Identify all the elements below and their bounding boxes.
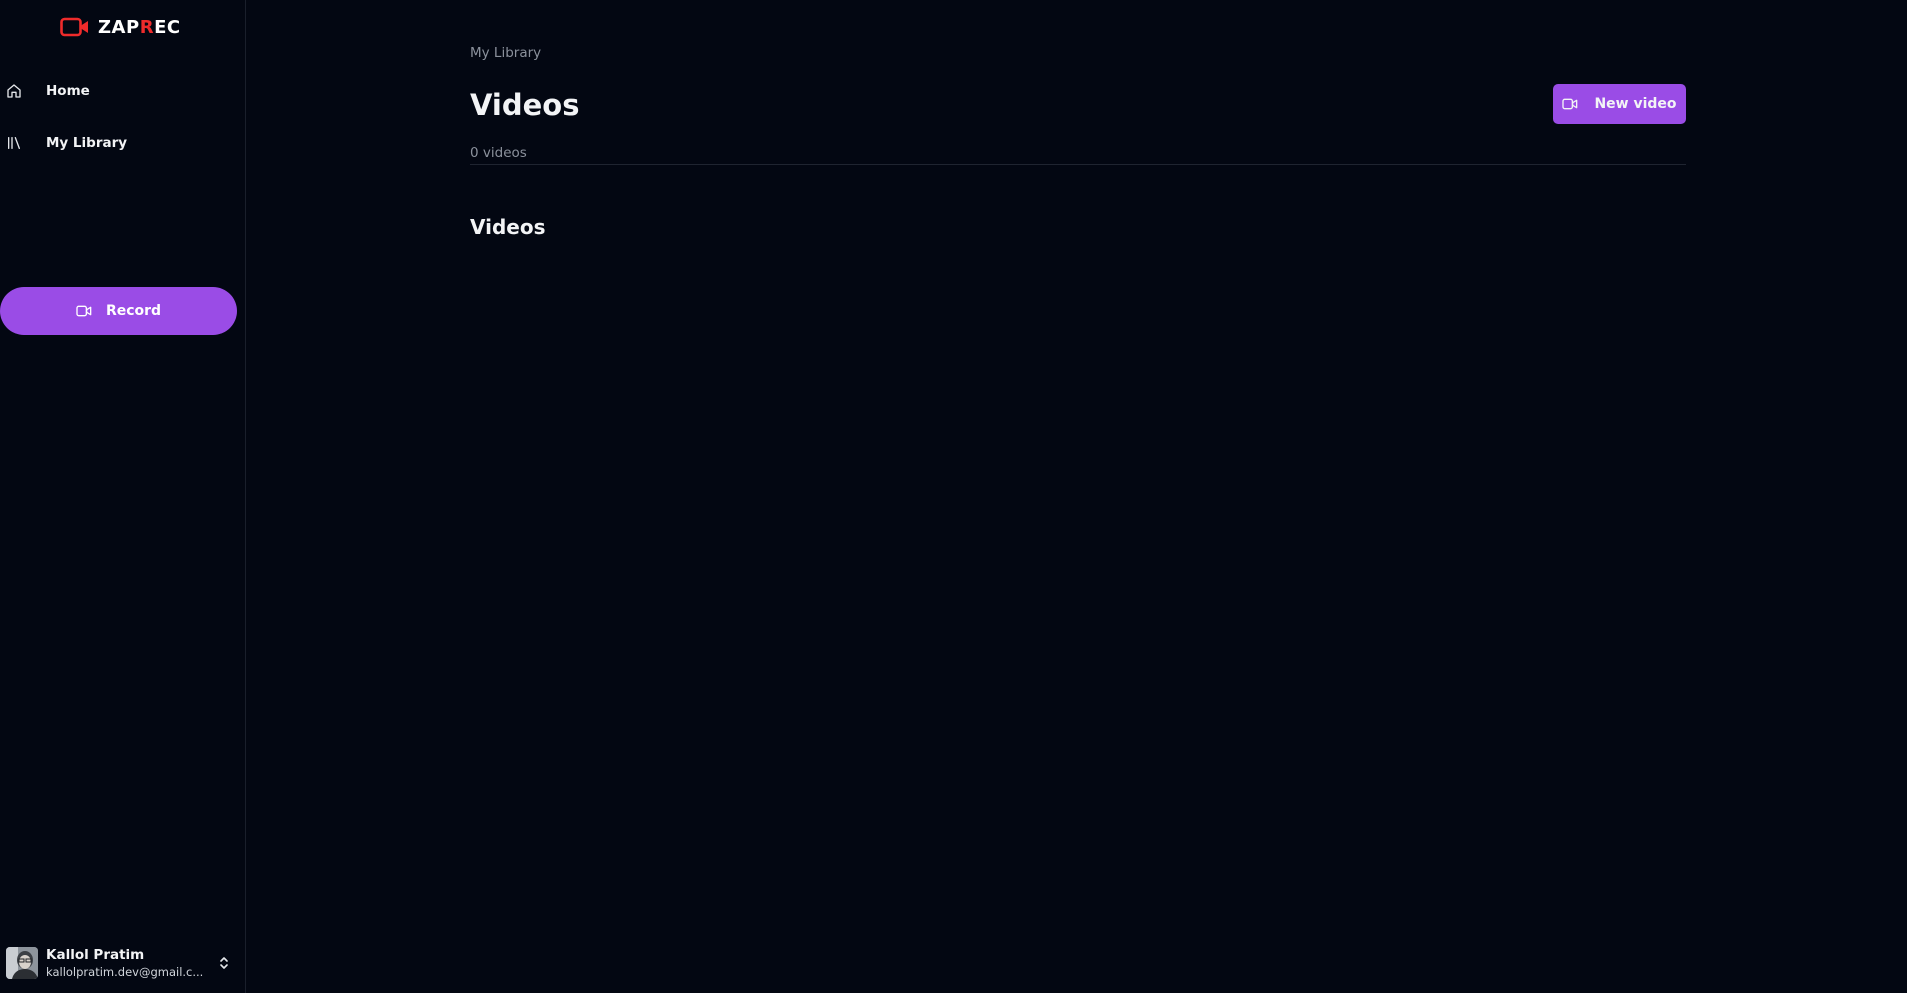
user-menu[interactable]: Kallol Pratim kallolpratim.dev@gmail.c..… <box>6 945 238 981</box>
video-camera-icon <box>76 302 92 321</box>
app-root: ZAPREC Home My Library Record Kallol Pra… <box>0 0 1907 993</box>
page-title: Videos <box>470 88 580 122</box>
main-content: My Library Videos New video 0 videos Vid… <box>246 0 1907 993</box>
brand-name: ZAPREC <box>98 16 181 38</box>
video-camera-logo-icon <box>60 17 90 37</box>
sidebar-item-home[interactable]: Home <box>0 73 246 109</box>
new-video-button-label: New video <box>1594 96 1677 112</box>
video-camera-icon <box>1562 95 1578 114</box>
chevrons-up-down-icon[interactable] <box>218 955 230 971</box>
sidebar-item-label: Home <box>46 83 90 99</box>
video-count: 0 videos <box>470 145 527 161</box>
user-email: kallolpratim.dev@gmail.c... <box>46 964 204 979</box>
record-button[interactable]: Record <box>0 287 237 335</box>
new-video-button[interactable]: New video <box>1553 84 1686 124</box>
title-row: Videos New video <box>470 84 1686 125</box>
sidebar-item-my-library[interactable]: My Library <box>0 125 246 161</box>
logo[interactable]: ZAPREC <box>60 14 181 40</box>
user-name: Kallol Pratim <box>46 946 145 963</box>
avatar <box>6 947 38 979</box>
divider <box>470 164 1686 165</box>
content: My Library Videos New video 0 videos Vid… <box>470 45 1686 239</box>
sidebar: ZAPREC Home My Library Record Kallol Pra… <box>0 0 246 993</box>
user-info: Kallol Pratim kallolpratim.dev@gmail.c..… <box>46 947 206 980</box>
breadcrumb[interactable]: My Library <box>470 45 1686 63</box>
sidebar-item-label: My Library <box>46 135 128 151</box>
section-title: Videos <box>470 215 546 239</box>
library-icon <box>0 135 28 151</box>
home-icon <box>0 83 28 99</box>
record-button-label: Record <box>105 303 162 319</box>
